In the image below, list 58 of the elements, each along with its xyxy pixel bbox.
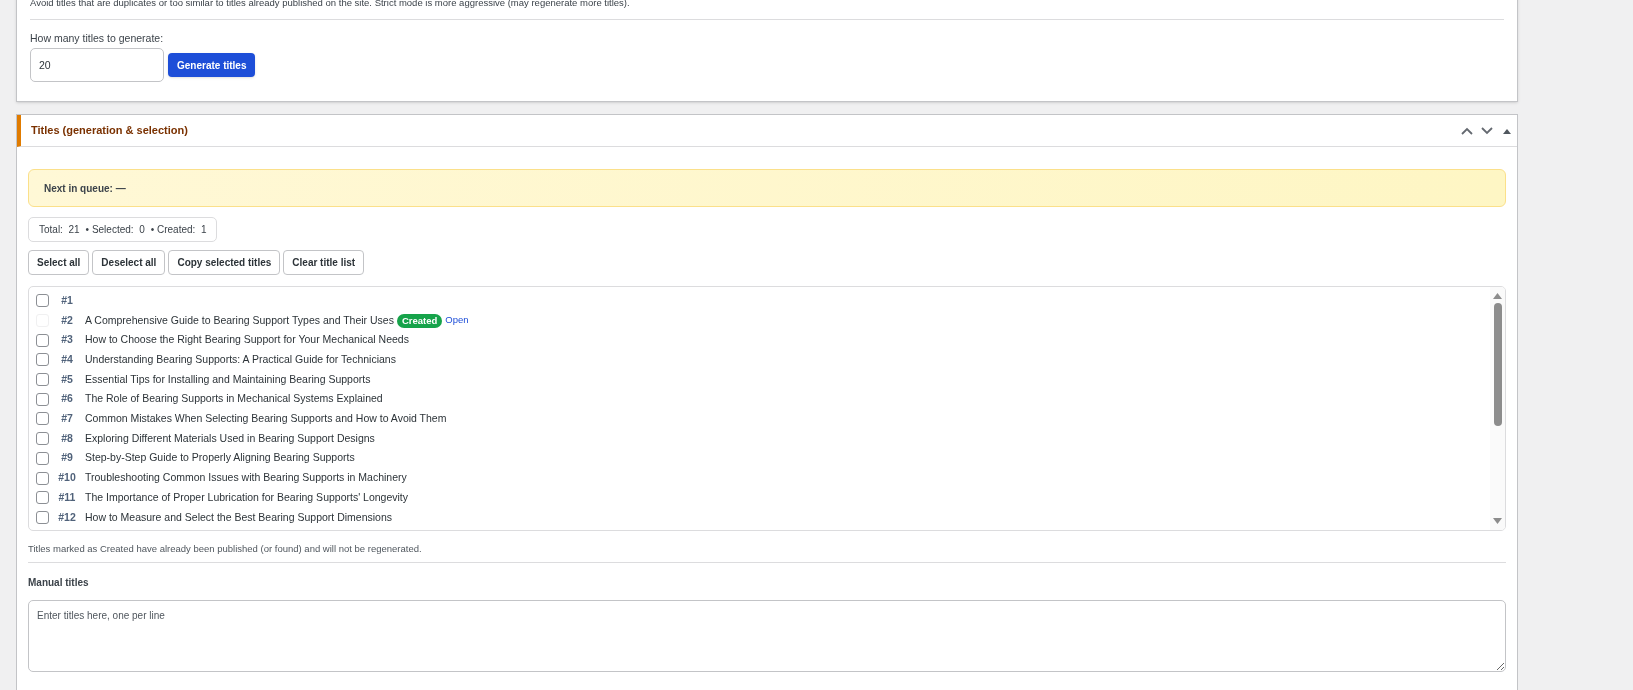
chevron-up-icon[interactable] (1460, 125, 1474, 136)
title-number: #9 (60, 450, 74, 466)
chevron-down-icon[interactable] (1480, 125, 1494, 136)
status-badge: Created (396, 313, 443, 328)
title-checkbox[interactable] (36, 471, 49, 485)
title-checkbox[interactable] (36, 392, 49, 406)
collapse-triangle-icon[interactable] (1503, 127, 1511, 134)
title-checkbox[interactable] (36, 412, 49, 426)
title-text: Essential Tips for Installing and Maintaining Bearing Supports (85, 371, 371, 387)
stat-text: Total: 21 (39, 223, 80, 237)
stat-text: • Created: 1 (150, 223, 207, 237)
title-checkbox[interactable] (36, 451, 49, 465)
title-checkbox[interactable] (36, 294, 49, 308)
duplicate-hint-text: Avoid titles that are duplicates or too similar to titles already published on the site. Strict mode is more aggressive (may regenerate more titles). (30, 0, 631, 9)
title-number: #12 (57, 509, 77, 525)
title-text: A Comprehensive Guide to Bearing Support Types and Their Uses (85, 312, 394, 328)
title-number: #1 (60, 292, 74, 308)
created-note: Titles marked as Created have already been published (or found) and will not be regenerated. (28, 542, 423, 556)
title-number: #8 (60, 430, 74, 446)
next-in-queue-text: Next in queue: — (44, 181, 126, 196)
manual-titles-field[interactable]: Enter titles here, one per line (28, 600, 1506, 673)
title-text: Understanding Bearing Supports: A Practical Guide for Technicians (85, 352, 396, 368)
title-checkbox[interactable] (36, 491, 49, 505)
title-text: Troubleshooting Common Issues with Bearing Supports in Machinery (85, 470, 407, 486)
scrollbar-thumb[interactable] (1493, 303, 1502, 426)
panel-title: Titles (generation & selection) (31, 123, 188, 139)
title-text: Exploring Different Materials Used in Bearing Support Designs (85, 430, 375, 446)
scroll-down-icon[interactable] (1493, 518, 1502, 524)
title-text: How to Measure and Select the Best Bearing Support Dimensions (85, 509, 392, 525)
title-text: The Importance of Proper Lubrication for Bearing Supports' Longevity (85, 489, 409, 505)
title-number: #3 (60, 332, 74, 348)
stat-text: • Selected: 0 (85, 223, 145, 237)
list-action-button[interactable]: Select all (28, 250, 90, 275)
title-number: #11 (57, 489, 77, 505)
title-checkbox[interactable] (36, 510, 49, 524)
title-checkbox[interactable] (36, 353, 49, 367)
title-text: How to Choose the Right Bearing Support for Your Mechanical Needs (85, 332, 409, 348)
list-action-button[interactable]: Copy selected titles (168, 250, 281, 275)
title-number: #2 (60, 312, 74, 328)
title-number: #7 (60, 411, 74, 427)
title-text: Step-by-Step Guide to Properly Aligning Bearing Supports (85, 450, 355, 466)
title-number: #5 (60, 371, 74, 387)
list-action-button[interactable]: Clear title list (283, 250, 365, 275)
manual-titles-label: Manual titles (28, 576, 90, 591)
generate-titles-button[interactable]: Generate titles (168, 53, 256, 77)
title-number: #10 (57, 470, 77, 486)
scroll-up-icon[interactable] (1493, 293, 1502, 299)
count-label: How many titles to generate: (30, 32, 165, 44)
count-input[interactable]: 20 (30, 48, 164, 82)
title-text: Common Mistakes When Selecting Bearing Supports and How to Avoid Them (85, 411, 447, 427)
title-checkbox[interactable] (36, 432, 49, 446)
list-action-button[interactable]: Deselect all (92, 250, 166, 275)
title-number: #6 (60, 391, 74, 407)
title-checkbox[interactable] (36, 333, 49, 347)
title-text: The Role of Bearing Supports in Mechanical Systems Explained (85, 391, 383, 407)
title-number: #4 (60, 352, 74, 368)
scrollbar[interactable] (1490, 287, 1505, 530)
title-checkbox[interactable] (36, 373, 49, 387)
